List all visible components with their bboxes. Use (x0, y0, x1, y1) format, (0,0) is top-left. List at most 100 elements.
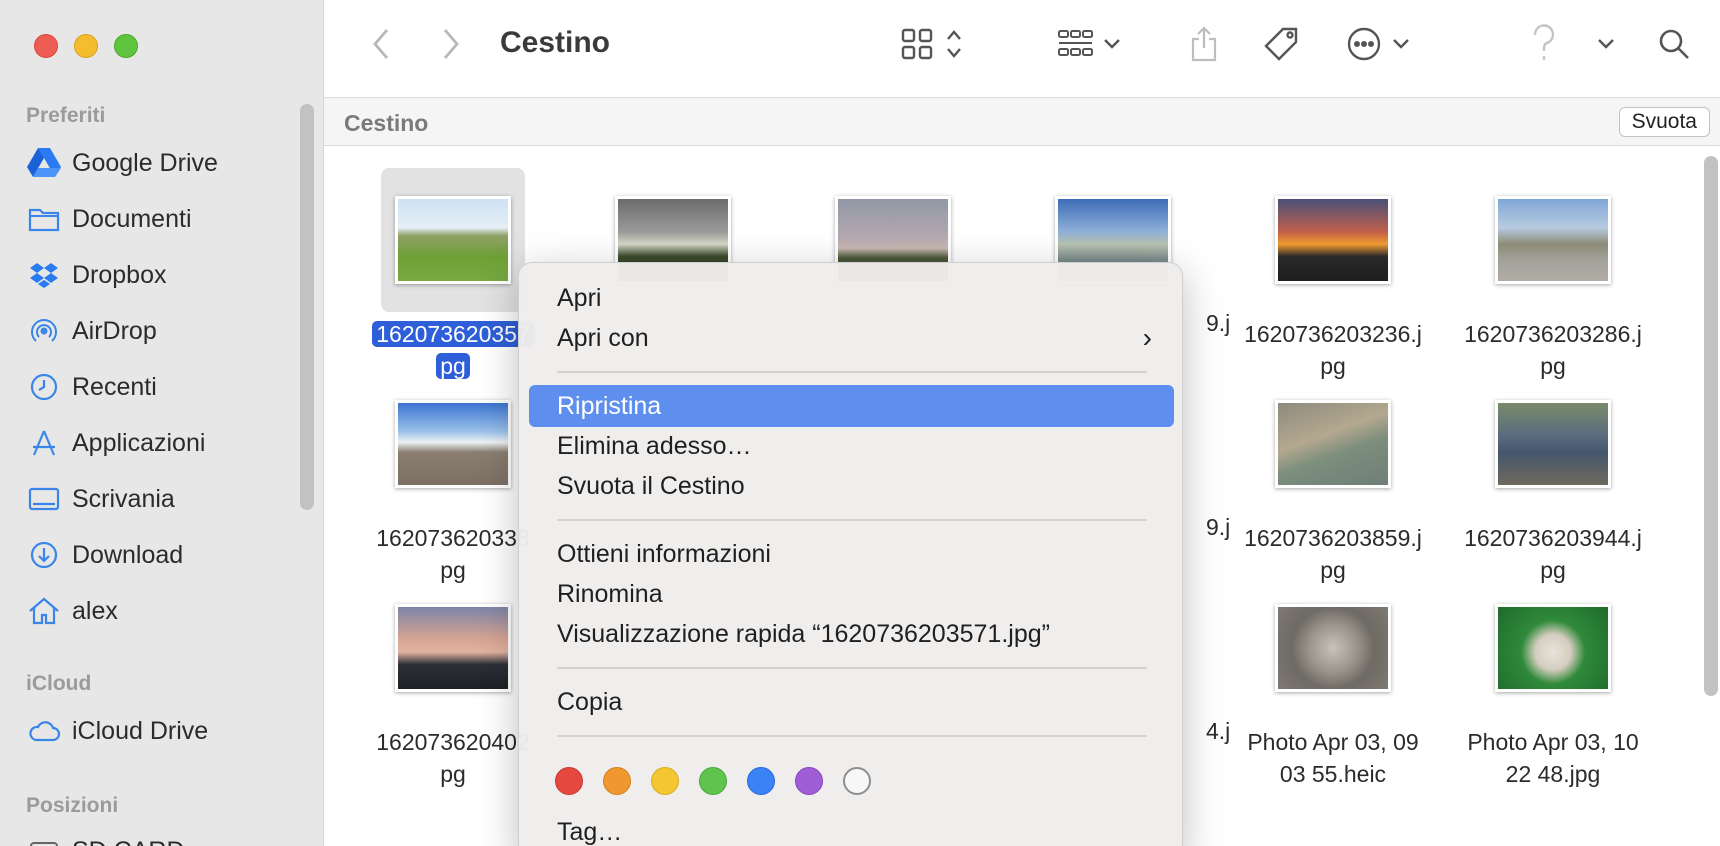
window-title: Cestino (500, 26, 611, 59)
grid-icon (901, 28, 933, 60)
file-name: 1620736203236.j (1244, 321, 1422, 347)
sidebar-item-label: Recenti (72, 372, 157, 401)
toolbar-overflow-button[interactable] (1592, 22, 1620, 66)
sidebar-scrollbar[interactable] (300, 104, 314, 510)
menu-item-restore[interactable]: Ripristina (529, 385, 1174, 427)
view-mode-button[interactable] (896, 22, 968, 66)
menu-separator (557, 519, 1147, 521)
tag-button[interactable] (1260, 22, 1304, 66)
sidebar-item-recenti[interactable]: Recenti (26, 366, 296, 408)
tag-blue[interactable] (747, 767, 775, 795)
photo-thumbnail (395, 400, 511, 488)
file-item[interactable]: Photo Apr 03, 09 03 55.heic (1228, 576, 1438, 790)
sidebar-item-icloud-drive[interactable]: iCloud Drive (26, 710, 296, 752)
folder-icon (26, 201, 62, 237)
file-item[interactable]: 1620736203944.j pg (1448, 372, 1658, 586)
sidebar-section-locations: Posizioni (26, 794, 119, 817)
file-name: 9.j (1206, 310, 1231, 336)
chevron-left-icon (373, 29, 389, 59)
forward-button[interactable] (436, 22, 466, 66)
sidebar-item-sd-card[interactable]: SD CARD (26, 830, 296, 846)
photo-thumbnail (1275, 400, 1391, 488)
file-name: 162073620402 (376, 729, 530, 755)
actions-button[interactable] (1342, 22, 1414, 66)
context-menu: Apri Apri con › Ripristina Elimina adesso… (518, 262, 1183, 846)
file-name-ext: pg (440, 761, 466, 787)
tag-orange[interactable] (603, 767, 631, 795)
menu-separator (557, 667, 1147, 669)
search-button[interactable] (1654, 22, 1694, 66)
file-name: Photo Apr 03, 09 (1247, 729, 1419, 755)
empty-trash-button[interactable]: Svuota (1618, 107, 1710, 137)
menu-item-open-with[interactable]: Apri con › (529, 317, 1174, 359)
menu-item-copy[interactable]: Copia (529, 681, 1174, 723)
clock-icon (26, 369, 62, 405)
sidebar-item-label: Documenti (72, 204, 192, 233)
sidebar-item-documenti[interactable]: Documenti (26, 198, 296, 240)
sidebar: Preferiti Google Drive Documenti Dropbox… (0, 0, 324, 846)
menu-item-delete-now[interactable]: Elimina adesso… (529, 425, 1174, 467)
group-grid-icon (1058, 30, 1093, 56)
sidebar-section-icloud: iCloud (26, 672, 92, 695)
sidebar-item-google-drive[interactable]: Google Drive (26, 142, 296, 184)
sidebar-item-label: Download (72, 540, 184, 569)
share-icon (1191, 26, 1217, 62)
menu-item-quick-look[interactable]: Visualizzazione rapida “1620736203571.jp… (529, 613, 1174, 655)
menu-separator (557, 371, 1147, 373)
file-name: 4.j (1206, 718, 1231, 744)
menu-item-empty-trash[interactable]: Svuota il Cestino (529, 465, 1174, 507)
home-icon (26, 593, 62, 629)
updown-chevron-icon (947, 30, 961, 58)
photo-thumbnail (395, 604, 511, 692)
file-name: 9.j (1206, 514, 1231, 540)
tag-icon (1264, 27, 1298, 61)
zoom-window-button[interactable] (114, 34, 138, 58)
sidebar-section-favorites: Preferiti (26, 104, 106, 127)
group-button[interactable] (1054, 22, 1124, 66)
tag-red[interactable] (555, 767, 583, 795)
share-button[interactable] (1186, 22, 1222, 66)
cloud-icon (26, 713, 62, 749)
menu-item-get-info[interactable]: Ottieni informazioni (529, 533, 1174, 575)
chevron-down-icon (1393, 39, 1409, 49)
sidebar-item-label: SD CARD (72, 837, 185, 846)
sidebar-item-label: iCloud Drive (72, 716, 209, 745)
sidebar-item-dropbox[interactable]: Dropbox (26, 254, 296, 296)
sidebar-item-label: alex (72, 596, 118, 625)
photo-thumbnail (1495, 400, 1611, 488)
back-button[interactable] (366, 22, 396, 66)
chevron-right-icon (443, 29, 459, 59)
content-scrollbar[interactable] (1704, 156, 1718, 696)
sidebar-item-label: Dropbox (72, 260, 167, 289)
sidebar-item-label: Google Drive (72, 148, 218, 177)
file-name: 1620736203944.j (1464, 525, 1642, 551)
tag-yellow[interactable] (651, 767, 679, 795)
file-item[interactable]: 1620736203859.j pg (1228, 372, 1438, 586)
chevron-right-icon: › (1142, 322, 1152, 353)
photo-thumbnail (395, 196, 511, 284)
tag-green[interactable] (699, 767, 727, 795)
minimize-window-button[interactable] (74, 34, 98, 58)
tag-gray[interactable] (843, 767, 871, 795)
sidebar-item-applicazioni[interactable]: Applicazioni (26, 422, 296, 464)
file-item[interactable]: 1620736203286.j pg (1448, 168, 1658, 382)
sidebar-item-airdrop[interactable]: AirDrop (26, 310, 296, 352)
help-button[interactable] (1526, 22, 1562, 66)
close-window-button[interactable] (34, 34, 58, 58)
file-name: 162073620338 (376, 525, 530, 551)
photo-thumbnail (1275, 196, 1391, 284)
sidebar-item-alex[interactable]: alex (26, 590, 296, 632)
file-thumbnail-selected[interactable] (381, 168, 525, 312)
file-item[interactable]: 1620736203236.j pg (1228, 168, 1438, 382)
sidebar-item-scrivania[interactable]: Scrivania (26, 478, 296, 520)
menu-item-rename[interactable]: Rinomina (529, 573, 1174, 615)
file-name-ext: 22 48.jpg (1505, 761, 1601, 787)
sidebar-item-download[interactable]: Download (26, 534, 296, 576)
menu-item-open[interactable]: Apri (529, 277, 1174, 319)
photo-thumbnail (1495, 604, 1611, 692)
dropbox-icon (26, 257, 62, 293)
menu-item-tags[interactable]: Tag… (529, 811, 1174, 846)
photo-thumbnail (1275, 604, 1391, 692)
tag-purple[interactable] (795, 767, 823, 795)
file-item[interactable]: Photo Apr 03, 10 22 48.jpg (1448, 576, 1658, 790)
